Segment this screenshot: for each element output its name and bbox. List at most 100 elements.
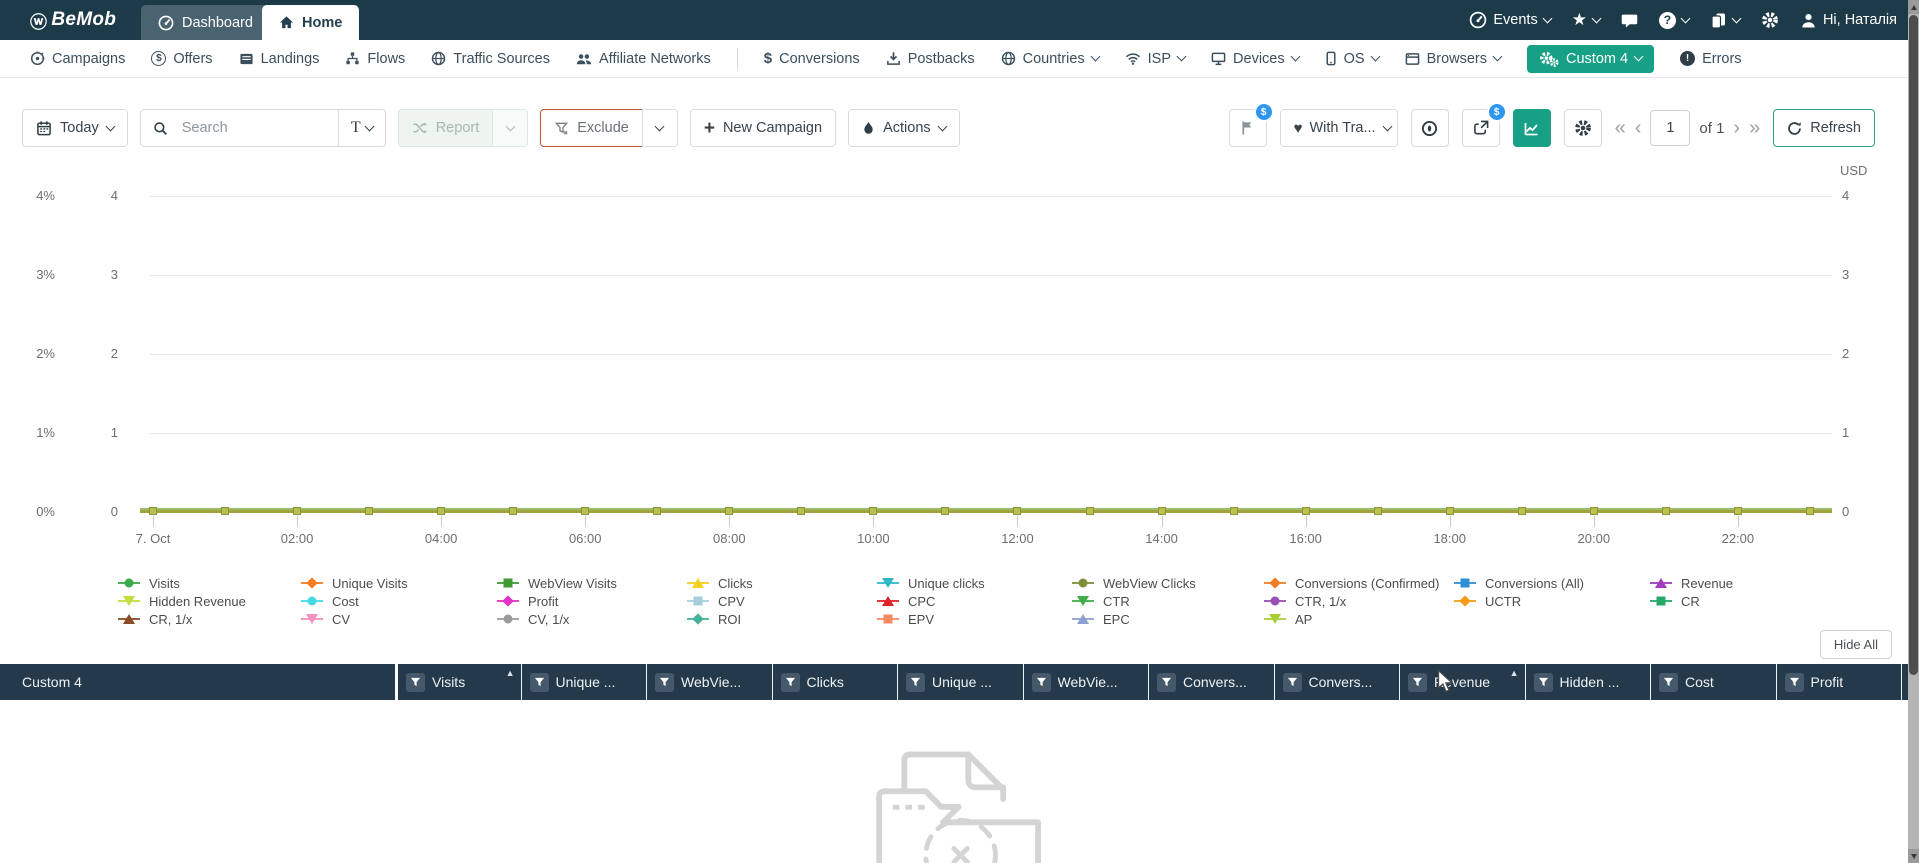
filter-icon[interactable] <box>655 672 674 692</box>
filter-icon[interactable] <box>780 672 800 692</box>
scrollbar-thumb[interactable] <box>1909 15 1918 675</box>
vertical-scrollbar[interactable] <box>1908 0 1919 863</box>
new-campaign-button[interactable]: + New Campaign <box>689 109 837 147</box>
help-menu[interactable]: ? <box>1658 11 1691 29</box>
nav-item-countries[interactable]: Countries <box>1001 51 1101 67</box>
hide-all-button[interactable]: Hide All <box>1819 630 1892 659</box>
legend-item[interactable]: Unique Visits <box>301 574 497 592</box>
legend-item[interactable]: Cost <box>301 592 497 610</box>
column-header-webvie-[interactable]: WebVie... <box>1022 664 1149 700</box>
nav-item-browsers[interactable]: Browsers <box>1405 51 1503 67</box>
filter-icon[interactable] <box>406 672 425 692</box>
resources-menu[interactable] <box>1710 12 1742 29</box>
legend-item[interactable]: Conversions (All) <box>1454 574 1650 592</box>
nav-item-landings[interactable]: Landings <box>239 51 319 67</box>
nav-item-devices[interactable]: Devices <box>1211 51 1301 67</box>
legend-item[interactable]: CV <box>301 610 497 628</box>
nav-item-offers[interactable]: $ Offers <box>151 51 213 67</box>
filter-icon[interactable] <box>1282 672 1302 692</box>
bemob-logo[interactable]: ⓦ BeMob <box>30 0 116 40</box>
refresh-button[interactable]: Refresh <box>1773 109 1875 147</box>
column-settings-button[interactable] <box>1563 109 1602 147</box>
column-header-clicks[interactable]: Clicks <box>771 664 898 700</box>
chat-button[interactable] <box>1621 12 1638 29</box>
next-page-button[interactable]: › <box>1733 118 1740 138</box>
nav-item-errors[interactable]: ! Errors <box>1680 51 1742 67</box>
column-header-revenue[interactable]: Revenue ▲ <box>1399 664 1525 700</box>
traffic-filter-dropdown[interactable]: ♥ With Tra... <box>1279 109 1398 147</box>
exclude-dropdown-button[interactable] <box>641 109 678 147</box>
actions-button[interactable]: Actions <box>848 109 960 147</box>
settings-button[interactable] <box>1761 11 1779 29</box>
nav-item-conversions[interactable]: $ Conversions <box>764 50 860 67</box>
legend-item[interactable]: AP <box>1264 610 1454 628</box>
column-header-unique-[interactable]: Unique ... <box>520 664 647 700</box>
column-header-webvie-[interactable]: WebVie... <box>646 664 772 700</box>
legend-item[interactable]: ROI <box>687 610 877 628</box>
filter-icon[interactable] <box>906 672 925 692</box>
report-button[interactable]: Report <box>397 109 494 147</box>
report-dropdown-button[interactable] <box>492 109 529 147</box>
page-number-input[interactable] <box>1650 110 1691 146</box>
legend-item[interactable]: CV, 1/x <box>497 610 687 628</box>
filter-icon[interactable] <box>1031 672 1051 692</box>
custom-report-button[interactable]: Custom 4 <box>1527 44 1655 73</box>
nav-item-os[interactable]: OS <box>1325 51 1381 67</box>
column-header-profit[interactable]: Profit <box>1775 664 1902 700</box>
filter-icon[interactable] <box>1533 672 1553 692</box>
nav-item-isp[interactable]: ISP <box>1125 51 1187 67</box>
nav-item-traffic-sources[interactable]: Traffic Sources <box>431 51 550 67</box>
flag-filter-button[interactable]: $ <box>1228 102 1274 147</box>
search-box[interactable]: T <box>139 109 386 147</box>
filter-icon[interactable] <box>1659 672 1678 692</box>
events-menu[interactable]: Events <box>1469 11 1553 29</box>
user-menu[interactable]: Hi, Наталія <box>1800 12 1897 29</box>
nav-item-postbacks[interactable]: Postbacks <box>886 51 975 67</box>
legend-item[interactable]: CR <box>1650 592 1733 610</box>
column-header-cost[interactable]: Cost <box>1650 664 1776 700</box>
column-header-visits[interactable]: Visits ▲ <box>395 664 521 700</box>
legend-item[interactable]: CR, 1/x <box>118 610 301 628</box>
legend-item[interactable]: Conversions (Confirmed) <box>1264 574 1454 592</box>
favorites-menu[interactable]: ★ <box>1572 10 1602 30</box>
column-header-unique-[interactable]: Unique ... <box>897 664 1023 700</box>
legend-item[interactable]: WebView Visits <box>497 574 687 592</box>
legend-item[interactable]: Unique clicks <box>877 574 1072 592</box>
date-range-button[interactable]: Today <box>22 109 128 147</box>
legend-item[interactable]: UCTR <box>1454 592 1650 610</box>
legend-item[interactable]: EPV <box>877 610 1072 628</box>
search-type-selector[interactable]: T <box>337 110 385 146</box>
exclude-button[interactable]: Exclude <box>540 109 643 147</box>
column-header-convers-[interactable]: Convers... <box>1148 664 1274 700</box>
legend-item[interactable]: Profit <box>497 592 687 610</box>
legend-item[interactable]: CPV <box>687 592 877 610</box>
legend-item[interactable]: Clicks <box>687 574 877 592</box>
nav-item-affiliate-networks[interactable]: Affiliate Networks <box>576 51 711 67</box>
legend-item[interactable]: CTR <box>1072 592 1264 610</box>
legend-item[interactable]: WebView Clicks <box>1072 574 1264 592</box>
legend-item[interactable]: Revenue <box>1650 574 1733 592</box>
visibility-button[interactable] <box>1410 109 1449 147</box>
scroll-down-button[interactable] <box>1908 849 1919 863</box>
legend-item[interactable]: CPC <box>877 592 1072 610</box>
first-column-header[interactable]: Custom 4 <box>0 664 395 700</box>
legend-item[interactable]: Visits <box>118 574 301 592</box>
filter-icon[interactable] <box>1408 672 1427 692</box>
column-header-hidden-[interactable]: Hidden ... <box>1524 664 1651 700</box>
legend-item[interactable]: CTR, 1/x <box>1264 592 1454 610</box>
nav-item-campaigns[interactable]: Campaigns <box>30 51 125 67</box>
search-input[interactable] <box>175 120 330 136</box>
first-page-button[interactable]: « <box>1615 118 1626 138</box>
filter-icon[interactable] <box>1784 672 1804 692</box>
chart-toggle-button[interactable] <box>1512 109 1551 147</box>
legend-item[interactable]: EPC <box>1072 610 1264 628</box>
filter-icon[interactable] <box>1157 672 1176 692</box>
last-page-button[interactable]: » <box>1749 118 1760 138</box>
prev-page-button[interactable]: ‹ <box>1635 118 1642 138</box>
share-button[interactable]: $ <box>1461 102 1507 147</box>
tab-dashboard[interactable]: Dashboard <box>141 5 270 40</box>
legend-item[interactable]: Hidden Revenue <box>118 592 301 610</box>
scroll-up-button[interactable] <box>1908 0 1919 14</box>
filter-icon[interactable] <box>529 672 549 692</box>
nav-item-flows[interactable]: Flows <box>345 51 405 67</box>
